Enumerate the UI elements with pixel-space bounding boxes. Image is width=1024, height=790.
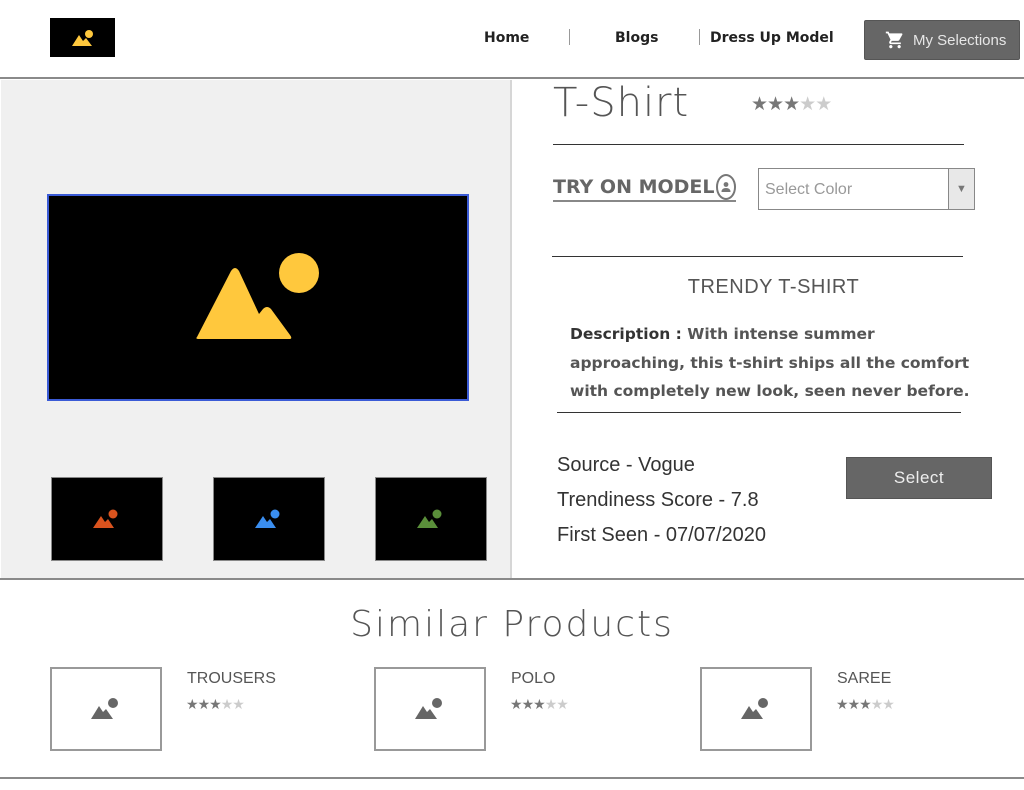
- image-placeholder-icon: [741, 698, 768, 719]
- description-label: Description :: [570, 325, 682, 343]
- nav-blogs[interactable]: Blogs: [615, 30, 658, 46]
- divider: [552, 256, 963, 257]
- similar-product-name[interactable]: SAREE: [837, 670, 891, 688]
- image-placeholder-icon: [255, 509, 280, 528]
- try-on-model-button[interactable]: TRY ON MODEL: [553, 174, 736, 202]
- star-empty-icon: ★: [882, 696, 895, 712]
- image-placeholder-icon: [93, 509, 118, 528]
- nav-divider: [699, 29, 700, 45]
- similar-product-name[interactable]: TROUSERS: [187, 670, 276, 688]
- image-placeholder-icon: [196, 252, 319, 339]
- divider: [553, 144, 964, 145]
- image-placeholder-icon: [91, 698, 118, 719]
- color-select-placeholder: Select Color: [765, 181, 853, 198]
- product-title: T-Shirt: [553, 80, 690, 126]
- similar-product-rating: ★ ★ ★ ★ ★: [836, 696, 895, 712]
- divider: [557, 412, 961, 413]
- thumbnail-3[interactable]: [375, 477, 487, 561]
- main-product-image[interactable]: [47, 194, 469, 401]
- nav-home[interactable]: Home: [484, 30, 529, 46]
- section-divider: [0, 777, 1024, 779]
- my-selections-button[interactable]: My Selections: [864, 20, 1020, 60]
- image-placeholder-icon: [415, 698, 442, 719]
- product-gallery: [1, 80, 512, 578]
- star-filled-icon: ★: [783, 94, 801, 115]
- try-on-model-label: TRY ON MODEL: [553, 176, 715, 198]
- product-subtitle: TRENDY T-SHIRT: [687, 276, 860, 298]
- section-divider: [0, 578, 1024, 580]
- select-button[interactable]: Select: [846, 457, 992, 499]
- similar-product-image[interactable]: [700, 667, 812, 751]
- first-seen-date: First Seen - 07/07/2020: [557, 524, 767, 546]
- similar-product-rating: ★ ★ ★ ★ ★: [186, 696, 245, 712]
- star-empty-icon: ★: [556, 696, 569, 712]
- header: Home Blogs Dress Up Model My Selections: [0, 0, 1024, 79]
- similar-product-name[interactable]: POLO: [511, 670, 555, 688]
- shopping-cart-icon: [885, 31, 903, 49]
- person-icon: [715, 174, 736, 200]
- my-selections-label: My Selections: [913, 31, 1007, 49]
- logo[interactable]: [50, 18, 115, 57]
- star-filled-icon: ★: [751, 94, 769, 115]
- product-source: Source - Vogue: [557, 454, 695, 476]
- similar-product-rating: ★ ★ ★ ★ ★: [510, 696, 569, 712]
- nav-divider: [569, 29, 570, 45]
- product-rating: ★ ★ ★ ★ ★: [751, 94, 833, 115]
- product-description: Description : With intense summer approa…: [570, 320, 990, 406]
- similar-product-image[interactable]: [50, 667, 162, 751]
- image-placeholder-icon: [417, 509, 442, 528]
- thumbnail-1[interactable]: [51, 477, 163, 561]
- star-filled-icon: ★: [767, 94, 785, 115]
- similar-products-title: Similar Products: [350, 604, 674, 645]
- color-select[interactable]: Select Color ▼: [758, 168, 975, 210]
- similar-product-image[interactable]: [374, 667, 486, 751]
- thumbnail-2[interactable]: [213, 477, 325, 561]
- chevron-down-icon[interactable]: ▼: [948, 169, 974, 209]
- trendiness-score: Trendiness Score - 7.8: [557, 489, 759, 511]
- star-empty-icon: ★: [799, 94, 817, 115]
- image-placeholder-icon: [71, 29, 93, 46]
- nav-dress-up-model[interactable]: Dress Up Model: [710, 30, 834, 46]
- star-empty-icon: ★: [232, 696, 245, 712]
- star-empty-icon: ★: [815, 94, 833, 115]
